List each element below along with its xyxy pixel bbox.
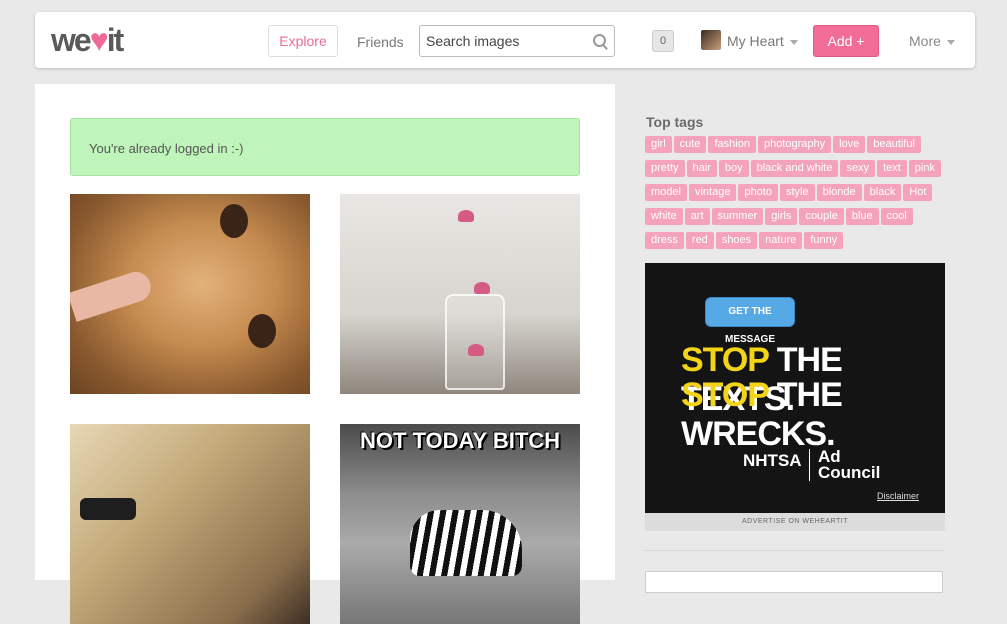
tag-chip[interactable]: blue [845,208,879,225]
ad-headline-2-stop: STOP [681,376,769,414]
tag-chip[interactable]: style [779,184,815,201]
avatar[interactable] [701,30,721,50]
heart-icon: ♥ [89,22,109,58]
ad-headline-2: STOP THE WRECKS. [681,376,945,454]
jar-shape [445,294,505,390]
image-tile-lion-cub[interactable] [70,194,310,394]
zebra-shape [410,510,522,576]
meme-caption: NOT TODAY BITCH [359,428,561,453]
chevron-down-icon [946,39,955,45]
logo-text-we: we [51,22,92,58]
ad-message-bubble: GET THE MESSAGE [705,297,795,345]
search-input[interactable] [426,31,586,51]
tag-chip[interactable]: couple [799,208,844,225]
tag-chip[interactable]: red [685,232,714,249]
tag-chip[interactable]: boy [718,160,749,177]
search-box [419,25,615,57]
tag-chip[interactable]: beautiful [867,136,921,153]
search-icon[interactable] [593,34,606,47]
tag-chip[interactable]: cool [880,208,913,225]
friends-link[interactable]: Friends [357,34,404,50]
more-menu[interactable]: More [909,33,955,49]
tag-chip[interactable]: blonde [816,184,862,201]
tag-chip[interactable]: dress [645,232,684,249]
user-menu[interactable]: My Heart [727,33,798,49]
tag-chip[interactable]: fashion [708,136,756,153]
sidebar-box [645,571,943,593]
explore-button[interactable]: Explore [268,25,338,57]
tag-chip[interactable]: vintage [688,184,737,201]
tag-chip[interactable]: black [863,184,902,201]
butterfly-icon [468,344,484,356]
advertisement[interactable]: GET THE MESSAGE STOP THE TEXTS. STOP THE… [645,263,945,513]
tag-chip[interactable]: shoes [715,232,758,249]
tag-chip[interactable]: photography [757,136,832,153]
logo-text-it: it [106,22,124,58]
image-tile-zebra-meme[interactable]: NOT TODAY BITCH [340,424,580,624]
chevron-down-icon [789,39,798,45]
image-tile-braided-hair[interactable] [70,424,310,624]
main-content: You're already logged in :-) NOT TODAY B… [35,84,615,624]
user-menu-label: My Heart [727,33,784,49]
sunglasses-shape [80,498,136,520]
advertise-link[interactable]: ADVERTISE ON WEHEARTIT [645,513,945,531]
tag-chip[interactable]: art [684,208,710,225]
butterfly-icon [474,282,490,294]
image-tile-butterfly-jar[interactable] [340,194,580,394]
tag-chip[interactable]: model [645,184,687,201]
tag-chip[interactable]: white [645,208,683,225]
tag-chip[interactable]: funny [804,232,844,249]
tag-chip[interactable]: pretty [645,160,685,177]
butterfly-icon [458,210,474,222]
top-navbar: we♥it Explore Friends 0 My Heart Add + M… [35,12,975,68]
nhtsa-logo: NHTSA [743,451,802,470]
notifications-badge[interactable]: 0 [652,30,674,52]
tag-chip[interactable]: nature [759,232,803,249]
tag-chip[interactable]: girls [765,208,798,225]
logo[interactable]: we♥it [51,22,124,58]
paw-shape [220,204,248,238]
ad-disclaimer-link[interactable]: Disclaimer [877,491,919,501]
tag-chip[interactable]: sexy [840,160,876,177]
divider [645,550,945,551]
more-menu-label: More [909,33,941,49]
tag-list: girl cute fashion photography love beautiful p… [645,134,945,254]
tag-chip[interactable]: girl [645,136,672,153]
tag-chip[interactable]: black and white [750,160,839,177]
tag-chip[interactable]: text [877,160,907,177]
tag-chip[interactable]: Hot [903,184,933,201]
tag-chip[interactable]: photo [738,184,778,201]
ad-headline-1-stop: STOP [681,341,769,379]
hand-shape [70,268,155,322]
ad-council-logo: Ad Council [809,448,880,481]
paw-shape [248,314,276,348]
login-alert: You're already logged in :-) [70,118,580,176]
tags-title: Top tags [646,114,704,130]
sidebar: Top tags girl cute fashion photography love b… [615,84,975,593]
tag-chip[interactable]: love [833,136,866,153]
alert-text: You're already logged in :-) [89,141,244,156]
tag-chip[interactable]: cute [673,136,707,153]
tag-chip[interactable]: pink [908,160,941,177]
tag-chip[interactable]: hair [686,160,717,177]
add-button[interactable]: Add + [813,25,879,57]
tag-chip[interactable]: summer [711,208,764,225]
